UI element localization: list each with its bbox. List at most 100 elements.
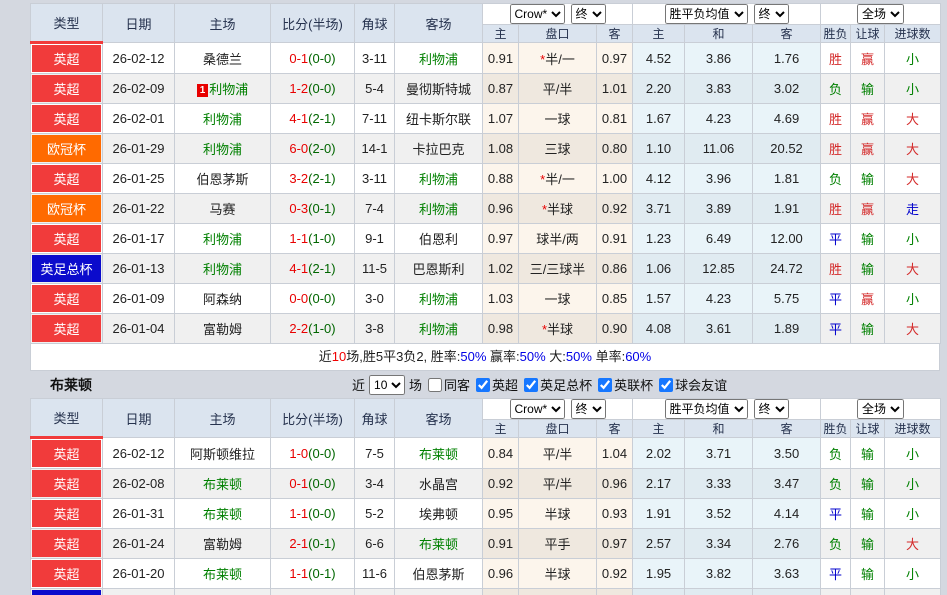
- league-badge: 英超: [32, 165, 101, 192]
- filter-checkbox-input[interactable]: [659, 378, 673, 392]
- avg-odds-select[interactable]: 胜平负均值: [665, 399, 748, 419]
- away-team-name[interactable]: 布莱顿: [419, 447, 458, 462]
- score-cell: 1-1(1-0): [271, 224, 355, 254]
- odds-state-select[interactable]: 终: [571, 399, 606, 419]
- away-team: 利物浦: [395, 43, 483, 74]
- score-cell: 2-1(0-1): [271, 529, 355, 559]
- avg-home-odds: 4.52: [633, 43, 685, 74]
- league-cell: 英超: [31, 499, 103, 529]
- league-cell: 英足总杯: [31, 589, 103, 595]
- away-team-name[interactable]: 水晶宫: [419, 477, 458, 492]
- away-team-name[interactable]: 利物浦: [419, 202, 458, 217]
- corners: 9-1: [355, 224, 395, 254]
- home-team-name[interactable]: 阿森纳: [203, 292, 242, 307]
- handicap: 半球: [519, 559, 597, 589]
- goals-total: 大: [885, 314, 941, 344]
- odds-state-select[interactable]: 终: [571, 4, 606, 24]
- summary-segment: 大:: [546, 349, 566, 364]
- corners: 5-4: [355, 74, 395, 104]
- avg-state-select[interactable]: 终: [754, 4, 789, 24]
- away-team: 利物浦: [395, 314, 483, 344]
- col-header-corners: 角球: [355, 4, 395, 43]
- filter-checkbox-input[interactable]: [428, 378, 442, 392]
- avg-odds-select[interactable]: 胜平负均值: [665, 4, 748, 24]
- odds-home: 0.98: [483, 314, 519, 344]
- home-team-name[interactable]: 利物浦: [203, 262, 242, 277]
- odds-away: 0.86: [597, 254, 633, 284]
- goals-total: 大: [885, 104, 941, 134]
- goals-total: 大: [885, 529, 941, 559]
- subcol-odds-away: 客: [597, 25, 633, 43]
- avg-away-odds: 2.76: [753, 529, 821, 559]
- away-team-name[interactable]: 伯恩利: [419, 232, 458, 247]
- scope-select[interactable]: 全场: [857, 4, 904, 24]
- home-team-name[interactable]: 利物浦: [203, 112, 242, 127]
- brighton-section-bar: 布莱顿 近 10 场 同客英超英足总杯英联杯球会友谊: [0, 371, 947, 398]
- odds-home: 1.07: [483, 104, 519, 134]
- away-team-name[interactable]: 利物浦: [419, 52, 458, 67]
- odds-away: 1.00: [597, 164, 633, 194]
- away-team-name[interactable]: 曼彻斯特城: [406, 82, 471, 97]
- corners: 3-8: [355, 314, 395, 344]
- result: 负: [821, 438, 851, 469]
- result: 胜: [821, 589, 851, 595]
- avg-state-select[interactable]: 终: [754, 399, 789, 419]
- away-team-name[interactable]: 纽卡斯尔联: [406, 112, 471, 127]
- filter-checkbox-input[interactable]: [524, 378, 538, 392]
- fulltime-score: 0-1: [289, 476, 308, 491]
- home-team-name[interactable]: 富勒姆: [203, 322, 242, 337]
- home-team-name[interactable]: 布莱顿: [203, 477, 242, 492]
- match-row: 欧冠杯26-01-22马赛0-3(0-1)7-4利物浦0.96*半球0.923.…: [31, 194, 941, 224]
- away-team-name[interactable]: 利物浦: [419, 292, 458, 307]
- home-team-name[interactable]: 利物浦: [203, 232, 242, 247]
- home-team-name[interactable]: 布莱顿: [203, 567, 242, 582]
- home-team-name[interactable]: 布莱顿: [203, 507, 242, 522]
- away-team-name[interactable]: 埃弗顿: [419, 507, 458, 522]
- away-team-name[interactable]: 卡拉巴克: [412, 142, 464, 157]
- away-team-name[interactable]: 利物浦: [419, 322, 458, 337]
- avg-away-odds: 1.91: [753, 194, 821, 224]
- home-team-name[interactable]: 伯恩茅斯: [196, 172, 248, 187]
- summary-segment: 50%: [460, 349, 486, 364]
- scope-select[interactable]: 全场: [857, 399, 904, 419]
- filter-checkbox-input[interactable]: [476, 378, 490, 392]
- league-cell: 英足总杯: [31, 254, 103, 284]
- away-team-name[interactable]: 利物浦: [419, 172, 458, 187]
- odds-home: 0.84: [483, 438, 519, 469]
- home-team-name[interactable]: 利物浦: [203, 142, 242, 157]
- home-team: 1利物浦: [175, 74, 271, 104]
- home-team-name[interactable]: 马赛: [209, 202, 235, 217]
- match-date: 26-01-22: [103, 194, 175, 224]
- away-team-name[interactable]: 巴恩斯利: [412, 262, 464, 277]
- filter-checkbox-label: 同客: [444, 375, 470, 394]
- away-team-name[interactable]: 布莱顿: [419, 537, 458, 552]
- odds-source-select[interactable]: Crow*: [510, 399, 565, 419]
- corners: 11-5: [355, 254, 395, 284]
- avg-away-odds: 4.69: [753, 104, 821, 134]
- score-cell: 1-1(0-1): [271, 559, 355, 589]
- home-team-name[interactable]: 富勒姆: [203, 537, 242, 552]
- handicap-result: 输: [851, 559, 885, 589]
- match-date: 26-01-29: [103, 134, 175, 164]
- match-date: 26-02-12: [103, 43, 175, 74]
- recent-count-select[interactable]: 10: [369, 375, 405, 395]
- subcol-handicap: 盘口: [519, 25, 597, 43]
- home-team-name[interactable]: 桑德兰: [203, 52, 242, 67]
- odds-away: 0.92: [597, 194, 633, 224]
- avg-home-odds: 4.08: [633, 314, 685, 344]
- avg-home-odds: 2.17: [633, 469, 685, 499]
- home-team-name[interactable]: 阿斯顿维拉: [190, 447, 255, 462]
- away-team: 水晶宫: [395, 469, 483, 499]
- odds-away: 0.96: [597, 469, 633, 499]
- fulltime-score: 1-1: [289, 231, 308, 246]
- handicap-result: 输: [851, 254, 885, 284]
- odds-source-select[interactable]: Crow*: [510, 4, 565, 24]
- home-team-name[interactable]: 利物浦: [209, 82, 248, 97]
- handicap-result: 赢: [851, 43, 885, 74]
- score-cell: 1-0(0-0): [271, 438, 355, 469]
- handicap: 一球: [519, 104, 597, 134]
- result: 平: [821, 559, 851, 589]
- filter-checkbox-input[interactable]: [598, 378, 612, 392]
- near-label: 近: [352, 375, 365, 394]
- away-team-name[interactable]: 伯恩茅斯: [412, 567, 464, 582]
